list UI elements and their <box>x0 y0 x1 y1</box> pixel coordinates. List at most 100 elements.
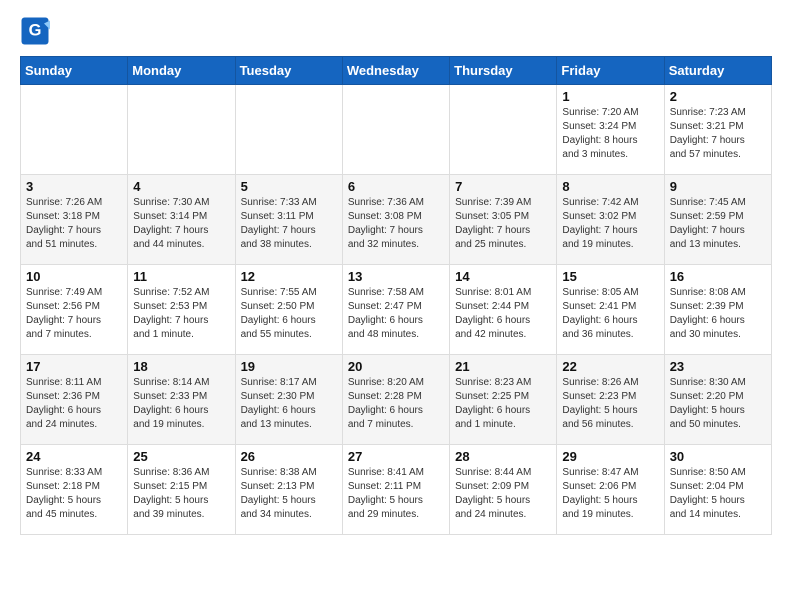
day-number: 28 <box>455 449 551 464</box>
day-info: Sunrise: 7:49 AM Sunset: 2:56 PM Dayligh… <box>26 286 122 342</box>
calendar-header-row: SundayMondayTuesdayWednesdayThursdayFrid… <box>21 57 772 85</box>
day-number: 22 <box>562 359 658 374</box>
day-info: Sunrise: 7:42 AM Sunset: 3:02 PM Dayligh… <box>562 196 658 252</box>
calendar-cell: 20 Sunrise: 8:20 AM Sunset: 2:28 PM Dayli… <box>342 355 449 445</box>
calendar-cell: 13 Sunrise: 7:58 AM Sunset: 2:47 PM Dayli… <box>342 265 449 355</box>
calendar-cell: 8 Sunrise: 7:42 AM Sunset: 3:02 PM Daylig… <box>557 175 664 265</box>
day-info: Sunrise: 8:05 AM Sunset: 2:41 PM Dayligh… <box>562 286 658 342</box>
day-info: Sunrise: 8:33 AM Sunset: 2:18 PM Dayligh… <box>26 466 122 522</box>
logo: G <box>20 16 54 46</box>
day-info: Sunrise: 7:52 AM Sunset: 2:53 PM Dayligh… <box>133 286 229 342</box>
header: G <box>20 16 772 46</box>
day-info: Sunrise: 8:50 AM Sunset: 2:04 PM Dayligh… <box>670 466 766 522</box>
day-number: 26 <box>241 449 337 464</box>
day-number: 30 <box>670 449 766 464</box>
day-info: Sunrise: 7:45 AM Sunset: 2:59 PM Dayligh… <box>670 196 766 252</box>
day-info: Sunrise: 8:36 AM Sunset: 2:15 PM Dayligh… <box>133 466 229 522</box>
calendar-cell: 27 Sunrise: 8:41 AM Sunset: 2:11 PM Dayli… <box>342 445 449 535</box>
day-info: Sunrise: 8:08 AM Sunset: 2:39 PM Dayligh… <box>670 286 766 342</box>
day-info: Sunrise: 8:14 AM Sunset: 2:33 PM Dayligh… <box>133 376 229 432</box>
calendar-cell <box>342 85 449 175</box>
calendar-cell: 11 Sunrise: 7:52 AM Sunset: 2:53 PM Dayli… <box>128 265 235 355</box>
day-info: Sunrise: 8:41 AM Sunset: 2:11 PM Dayligh… <box>348 466 444 522</box>
day-number: 7 <box>455 179 551 194</box>
day-info: Sunrise: 8:17 AM Sunset: 2:30 PM Dayligh… <box>241 376 337 432</box>
day-number: 4 <box>133 179 229 194</box>
day-info: Sunrise: 7:33 AM Sunset: 3:11 PM Dayligh… <box>241 196 337 252</box>
calendar-cell: 30 Sunrise: 8:50 AM Sunset: 2:04 PM Dayli… <box>664 445 771 535</box>
day-info: Sunrise: 7:20 AM Sunset: 3:24 PM Dayligh… <box>562 106 658 162</box>
calendar-week-row: 24 Sunrise: 8:33 AM Sunset: 2:18 PM Dayli… <box>21 445 772 535</box>
calendar-week-row: 10Sunrise: 7:49 AM Sunset: 2:56 PM Dayli… <box>21 265 772 355</box>
calendar-cell: 23 Sunrise: 8:30 AM Sunset: 2:20 PM Dayli… <box>664 355 771 445</box>
calendar-cell: 16Sunrise: 8:08 AM Sunset: 2:39 PM Dayli… <box>664 265 771 355</box>
day-number: 24 <box>26 449 122 464</box>
weekday-header: Sunday <box>21 57 128 85</box>
calendar-cell: 14 Sunrise: 8:01 AM Sunset: 2:44 PM Dayli… <box>450 265 557 355</box>
calendar-cell: 21 Sunrise: 8:23 AM Sunset: 2:25 PM Dayli… <box>450 355 557 445</box>
calendar-cell: 2Sunrise: 7:23 AM Sunset: 3:21 PM Daylig… <box>664 85 771 175</box>
day-number: 11 <box>133 269 229 284</box>
calendar-cell <box>235 85 342 175</box>
day-info: Sunrise: 7:58 AM Sunset: 2:47 PM Dayligh… <box>348 286 444 342</box>
calendar-week-row: 1 Sunrise: 7:20 AM Sunset: 3:24 PM Daylig… <box>21 85 772 175</box>
day-info: Sunrise: 8:23 AM Sunset: 2:25 PM Dayligh… <box>455 376 551 432</box>
weekday-header: Friday <box>557 57 664 85</box>
day-number: 8 <box>562 179 658 194</box>
calendar-cell: 29Sunrise: 8:47 AM Sunset: 2:06 PM Dayli… <box>557 445 664 535</box>
day-number: 20 <box>348 359 444 374</box>
day-number: 3 <box>26 179 122 194</box>
day-number: 1 <box>562 89 658 104</box>
day-number: 9 <box>670 179 766 194</box>
calendar-cell: 15 Sunrise: 8:05 AM Sunset: 2:41 PM Dayli… <box>557 265 664 355</box>
calendar-cell: 3Sunrise: 7:26 AM Sunset: 3:18 PM Daylig… <box>21 175 128 265</box>
day-info: Sunrise: 7:36 AM Sunset: 3:08 PM Dayligh… <box>348 196 444 252</box>
calendar-cell: 12 Sunrise: 7:55 AM Sunset: 2:50 PM Dayli… <box>235 265 342 355</box>
calendar-cell: 5Sunrise: 7:33 AM Sunset: 3:11 PM Daylig… <box>235 175 342 265</box>
calendar-week-row: 3Sunrise: 7:26 AM Sunset: 3:18 PM Daylig… <box>21 175 772 265</box>
day-info: Sunrise: 8:30 AM Sunset: 2:20 PM Dayligh… <box>670 376 766 432</box>
calendar-cell: 19 Sunrise: 8:17 AM Sunset: 2:30 PM Dayli… <box>235 355 342 445</box>
weekday-header: Tuesday <box>235 57 342 85</box>
calendar-cell: 1 Sunrise: 7:20 AM Sunset: 3:24 PM Daylig… <box>557 85 664 175</box>
day-number: 15 <box>562 269 658 284</box>
weekday-header: Wednesday <box>342 57 449 85</box>
calendar-cell: 7 Sunrise: 7:39 AM Sunset: 3:05 PM Daylig… <box>450 175 557 265</box>
calendar-week-row: 17Sunrise: 8:11 AM Sunset: 2:36 PM Dayli… <box>21 355 772 445</box>
day-number: 25 <box>133 449 229 464</box>
calendar-cell: 6 Sunrise: 7:36 AM Sunset: 3:08 PM Daylig… <box>342 175 449 265</box>
day-number: 18 <box>133 359 229 374</box>
calendar-cell: 22 Sunrise: 8:26 AM Sunset: 2:23 PM Dayli… <box>557 355 664 445</box>
day-info: Sunrise: 8:26 AM Sunset: 2:23 PM Dayligh… <box>562 376 658 432</box>
calendar-cell <box>128 85 235 175</box>
day-number: 23 <box>670 359 766 374</box>
calendar-cell: 10Sunrise: 7:49 AM Sunset: 2:56 PM Dayli… <box>21 265 128 355</box>
day-info: Sunrise: 8:01 AM Sunset: 2:44 PM Dayligh… <box>455 286 551 342</box>
calendar: SundayMondayTuesdayWednesdayThursdayFrid… <box>20 56 772 535</box>
calendar-cell: 4 Sunrise: 7:30 AM Sunset: 3:14 PM Daylig… <box>128 175 235 265</box>
day-number: 19 <box>241 359 337 374</box>
day-info: Sunrise: 8:20 AM Sunset: 2:28 PM Dayligh… <box>348 376 444 432</box>
calendar-cell: 18 Sunrise: 8:14 AM Sunset: 2:33 PM Dayli… <box>128 355 235 445</box>
calendar-cell: 17Sunrise: 8:11 AM Sunset: 2:36 PM Dayli… <box>21 355 128 445</box>
day-info: Sunrise: 8:11 AM Sunset: 2:36 PM Dayligh… <box>26 376 122 432</box>
calendar-cell: 24 Sunrise: 8:33 AM Sunset: 2:18 PM Dayli… <box>21 445 128 535</box>
calendar-cell: 9 Sunrise: 7:45 AM Sunset: 2:59 PM Daylig… <box>664 175 771 265</box>
day-number: 29 <box>562 449 658 464</box>
day-number: 27 <box>348 449 444 464</box>
day-number: 12 <box>241 269 337 284</box>
weekday-header: Saturday <box>664 57 771 85</box>
day-number: 21 <box>455 359 551 374</box>
day-number: 6 <box>348 179 444 194</box>
logo-icon: G <box>20 16 50 46</box>
calendar-cell <box>21 85 128 175</box>
day-info: Sunrise: 7:30 AM Sunset: 3:14 PM Dayligh… <box>133 196 229 252</box>
day-info: Sunrise: 7:55 AM Sunset: 2:50 PM Dayligh… <box>241 286 337 342</box>
day-info: Sunrise: 7:39 AM Sunset: 3:05 PM Dayligh… <box>455 196 551 252</box>
calendar-cell <box>450 85 557 175</box>
day-number: 13 <box>348 269 444 284</box>
weekday-header: Monday <box>128 57 235 85</box>
day-number: 14 <box>455 269 551 284</box>
calendar-cell: 26Sunrise: 8:38 AM Sunset: 2:13 PM Dayli… <box>235 445 342 535</box>
weekday-header: Thursday <box>450 57 557 85</box>
